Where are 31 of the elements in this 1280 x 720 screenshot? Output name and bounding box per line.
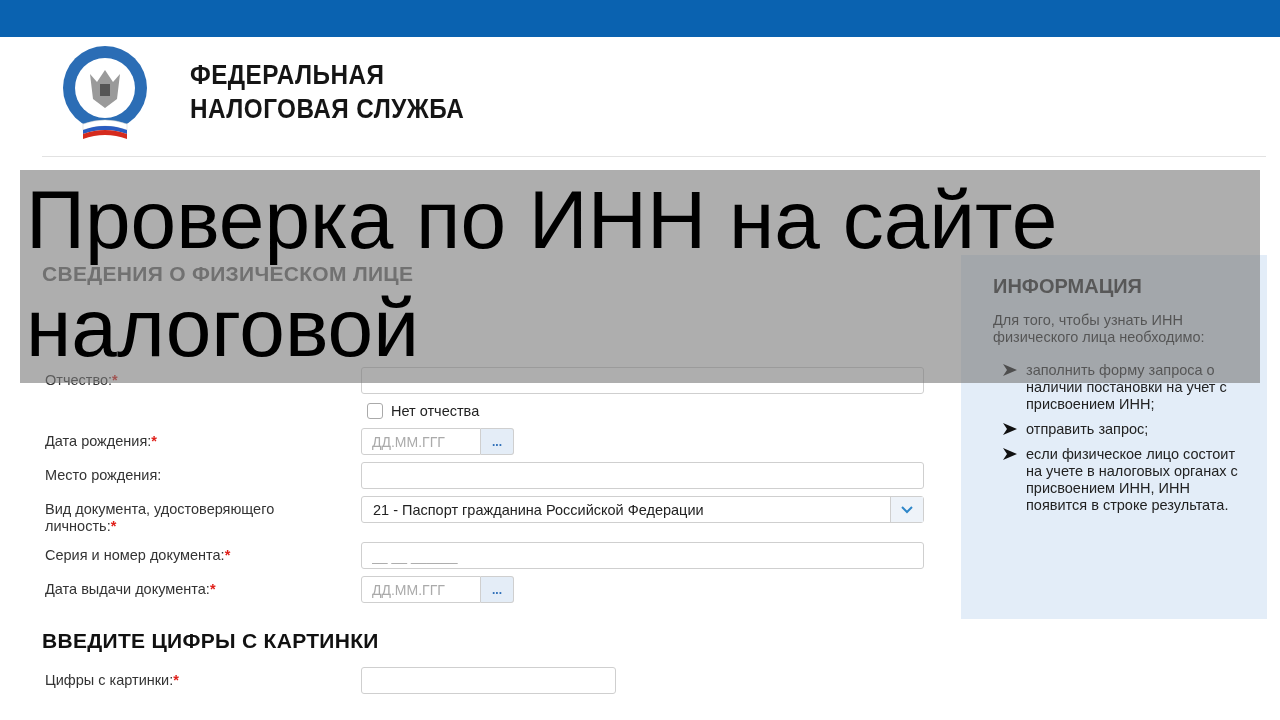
calendar-button[interactable]: ... [481,428,514,455]
info-item: отправить запрос; [1026,421,1150,438]
info-item: если физическое лицо состоит на учете в налоговых органах с присвоением ИНН, ИНН появится в строке результата. [1026,446,1239,514]
org-name: НАЛОГОВАЯ СЛУЖБА [190,93,465,126]
info-item: заполнить форму запроса о наличии постановки на учет с присвоением ИНН; [1026,362,1228,413]
org-name: ФЕДЕРАЛЬНАЯ [190,59,386,92]
arrow-icon [1003,423,1017,435]
field-label: Место рождения: [44,466,163,484]
field-label: Вид документа, удостоверяющего личность:* [44,500,276,535]
chevron-down-icon [901,505,913,514]
date-field[interactable]: ДД.ММ.ГГГ [361,428,481,455]
input-field[interactable] [361,462,924,489]
caption-text: Проверка по ИНН на сайте [26,174,1058,266]
checkbox-option[interactable]: Нет отчества [361,403,517,419]
arrow-icon [1003,364,1017,376]
input-field[interactable] [361,667,616,694]
info-heading: ИНФОРМАЦИЯ [993,275,1143,298]
field-label: Дата рождения:* [44,432,158,450]
field-label: Дата выдачи документа:* [44,580,217,598]
arrow-icon [1003,448,1017,460]
input-field[interactable]: __ __ ______ [361,542,924,569]
info-text: Для того, чтобы узнать ИНН физического лица необходимо: [993,312,1206,346]
field-label: Серия и номер документа:* [44,546,232,564]
field-label: Цифры с картинки:* [44,671,180,689]
caption-text: налоговой [26,290,420,366]
checkbox[interactable] [367,403,383,419]
input-field[interactable] [361,367,924,394]
calendar-button[interactable]: ... [481,576,514,603]
section-heading: ВВЕДИТЕ ЦИФРЫ С КАРТИНКИ [42,629,380,653]
dropdown[interactable]: 21 - Паспорт гражданина Российской Федерации [361,496,924,523]
date-field[interactable]: ДД.ММ.ГГГ [361,576,481,603]
